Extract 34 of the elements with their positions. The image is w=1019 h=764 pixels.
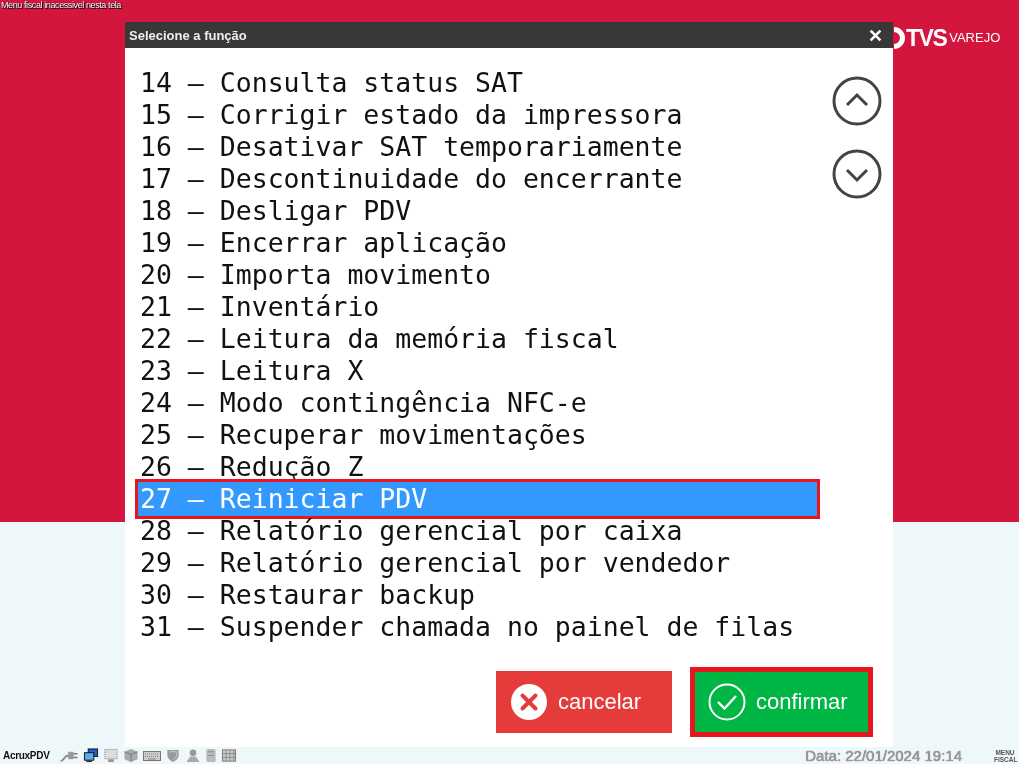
grid-icon[interactable] [221,748,237,763]
option-item[interactable]: 29 – Relatório gerencial por vendedor [135,547,820,579]
computers-icon[interactable] [83,748,99,763]
option-item[interactable]: 15 – Corrigir estado da impressora [135,99,820,131]
dialog-title: Selecione a função [129,27,247,43]
option-item[interactable]: 23 – Leitura X [135,355,820,387]
brand-name: TVS [906,25,947,51]
option-item[interactable]: 20 – Importa movimento [135,259,820,291]
option-item[interactable]: 24 – Modo contingência NFC-e [135,387,820,419]
option-item[interactable]: 22 – Leitura da memória fiscal [135,323,820,355]
option-item[interactable]: 25 – Recuperar movimentações [135,419,820,451]
option-item[interactable]: 31 – Suspender chamada no painel de filas [135,611,820,643]
cancel-x-icon [510,683,548,721]
shield-icon[interactable] [165,748,181,763]
cancel-button[interactable]: cancelar [496,671,672,733]
person-icon[interactable] [185,748,201,763]
option-item[interactable]: 21 – Inventário [135,291,820,323]
document-icon[interactable] [205,748,217,763]
brand-tagline: VAREJO [949,29,1001,47]
date-time-text: Data: 22/01/2024 19:14 [805,747,962,764]
option-item[interactable]: 30 – Restaurar backup [135,579,820,611]
check-circle-icon [708,683,746,721]
option-item[interactable]: 14 – Consulta status SAT [135,67,820,99]
scroll-up-icon[interactable] [832,76,882,126]
notice-text: Menu fiscal inacessivel nesta tela [0,0,121,12]
option-item[interactable]: 18 – Desligar PDV [135,195,820,227]
scroll-down-icon[interactable] [832,149,882,199]
close-icon[interactable] [869,28,882,42]
option-item[interactable]: 17 – Descontinuidade do encerrante [135,163,820,195]
option-item[interactable]: 16 – Desativar SAT temporariamente [135,131,820,163]
option-item[interactable]: 19 – Encerrar aplicação [135,227,820,259]
app-name: AcruxPDV [3,750,51,761]
box-icon[interactable] [123,748,139,763]
keyboard-icon[interactable] [143,750,161,761]
